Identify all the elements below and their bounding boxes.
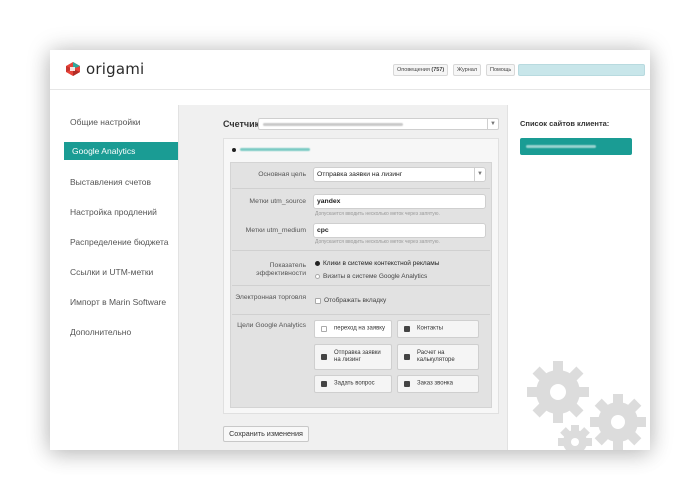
goal-label: Заказ звонка <box>417 380 454 387</box>
goal-toggle-contacts[interactable]: Контакты <box>397 320 479 338</box>
radio-icon <box>315 274 320 279</box>
utm-source-hint: Допускается вводить несколько меток чере… <box>315 211 440 217</box>
search-input[interactable] <box>518 64 645 76</box>
utm-source-input[interactable]: yandex <box>313 194 486 209</box>
sidebar-item-google-analytics[interactable]: Google Analytics <box>64 142 192 160</box>
app-window: origami Оповещения (757) Журнал Помощь О… <box>50 50 650 450</box>
counter-value-redacted <box>263 123 403 126</box>
logo[interactable]: origami <box>65 60 144 78</box>
efficiency-option-clicks[interactable]: Клики в системе контекстной рекламы <box>315 260 439 267</box>
utm-medium-label: Метки utm_medium <box>245 227 306 234</box>
notifications-label: Оповещения <box>397 67 430 73</box>
sidebar-item-label: Google Analytics <box>72 146 136 156</box>
sidebar-item-renewals[interactable]: Настройка продлений <box>70 207 157 217</box>
checkbox-icon <box>321 326 327 332</box>
sidebar-item-advanced[interactable]: Дополнительно <box>70 327 131 337</box>
checkbox-checked-icon <box>321 354 327 360</box>
app-name: origami <box>86 60 145 78</box>
divider <box>232 250 490 251</box>
divider <box>232 188 490 189</box>
ecommerce-label: Электронная торговля <box>235 294 306 301</box>
goal-toggle-application[interactable]: переход на заявку <box>314 320 392 338</box>
help-button[interactable]: Помощь <box>486 64 516 76</box>
client-site-redacted <box>526 145 596 148</box>
notifications-count: (757) <box>431 67 445 73</box>
checkbox-icon <box>315 297 321 304</box>
efficiency-option-label: Визиты в системе Google Analytics <box>323 273 428 280</box>
utm-source-label: Метки utm_source <box>249 198 306 205</box>
chevron-down-icon: ▼ <box>487 119 498 129</box>
profile-bullet-icon <box>232 148 236 152</box>
counter-select[interactable]: ▼ <box>258 118 499 130</box>
save-button[interactable]: Сохранить изменения <box>223 426 309 442</box>
sidebar-item-budget[interactable]: Распределение бюджета <box>70 237 169 247</box>
checkbox-checked-icon <box>321 381 327 387</box>
checkbox-checked-icon <box>404 326 410 332</box>
client-sites-title: Список сайтов клиента: <box>520 119 610 128</box>
checkbox-checked-icon <box>404 381 410 387</box>
top-header: origami Оповещения (757) Журнал Помощь <box>50 50 650 90</box>
goal-label: Контакты <box>417 325 443 332</box>
efficiency-label: Показатель эффективности <box>256 262 306 277</box>
goal-toggle-calculator[interactable]: Расчет на калькуляторе <box>397 344 479 370</box>
goal-label: Задать вопрос <box>334 380 375 387</box>
client-site-item[interactable] <box>520 138 632 155</box>
main-goal-value: Отправка заявки на лизинг <box>317 171 403 178</box>
journal-button[interactable]: Журнал <box>453 64 482 76</box>
sidebar-item-general[interactable]: Общие настройки <box>70 117 141 127</box>
goal-label: Расчет на калькуляторе <box>417 350 455 363</box>
origami-logo-icon <box>65 61 81 77</box>
notifications-button[interactable]: Оповещения (757) <box>393 64 449 76</box>
goals-label: Цели Google Analytics <box>237 322 306 329</box>
sidebar-item-utm-links[interactable]: Ссылки и UTM-метки <box>70 267 153 277</box>
sidebar-item-billing[interactable]: Выставления счетов <box>70 177 151 187</box>
efficiency-option-label: Клики в системе контекстной рекламы <box>323 260 440 267</box>
main-goal-select[interactable]: Отправка заявки на лизинг ▼ <box>313 167 486 182</box>
goal-toggle-callback[interactable]: Заказ звонка <box>397 375 479 393</box>
goal-label: Отправка заявки на лизинг <box>334 350 381 363</box>
goal-label: переход на заявку <box>334 325 385 332</box>
ecommerce-checkbox[interactable]: Отображать вкладку <box>315 297 386 304</box>
gears-decoration-icon <box>527 361 646 450</box>
radio-selected-icon <box>315 261 320 266</box>
efficiency-option-visits[interactable]: Визиты в системе Google Analytics <box>315 273 427 280</box>
divider <box>232 285 490 286</box>
utm-medium-hint: Допускается вводить несколько меток чере… <box>315 239 440 245</box>
utm-medium-input[interactable]: cpc <box>313 223 486 238</box>
checkbox-checked-icon <box>404 354 410 360</box>
ecommerce-checkbox-label: Отображать вкладку <box>324 297 387 304</box>
counter-label: Счетчик <box>223 119 260 129</box>
chevron-down-icon: ▼ <box>474 168 485 181</box>
divider <box>232 314 490 315</box>
main-goal-label: Основная цель <box>258 171 306 178</box>
profile-name-redacted[interactable] <box>240 148 310 151</box>
goal-toggle-question[interactable]: Задать вопрос <box>314 375 392 393</box>
sidebar-item-marin-import[interactable]: Импорт в Marin Software <box>70 297 166 307</box>
goal-toggle-leasing[interactable]: Отправка заявки на лизинг <box>314 344 392 370</box>
